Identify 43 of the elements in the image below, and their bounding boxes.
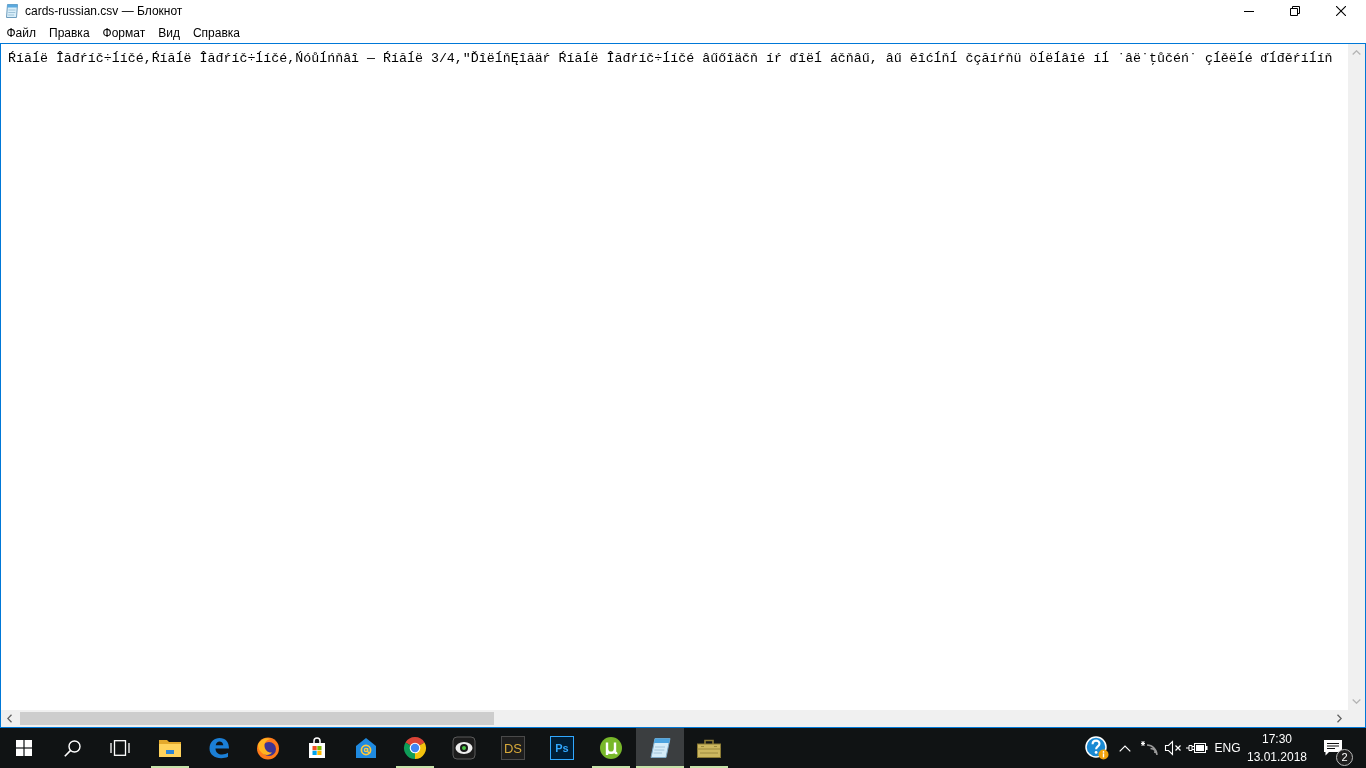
folder-icon [158,738,182,758]
notification-count: 2 [1336,749,1353,766]
clock[interactable]: 17:30 13.01.2018 [1246,728,1308,768]
eye-icon [452,736,476,760]
ring-logo-icon [403,736,427,760]
menu-item[interactable]: Файл [0,23,43,42]
menu-item[interactable]: Формат [96,23,152,42]
language-indicator[interactable]: ENG [1209,728,1246,768]
taskbar-button[interactable]: DS [489,728,537,768]
menu-item[interactable]: Правка [42,23,97,42]
notepad-icon [649,737,671,759]
window-title: cards-russian.csv — Блокнот [25,4,183,18]
menu-item[interactable]: Вид [151,23,187,42]
minimize-icon [1244,10,1254,12]
restore-icon [1290,6,1300,16]
text-content: Ŕíăĺë Îăđŕíč÷ĺíčé,Ŕíăĺë Îăđŕíč÷ĺíčé,Ńóůĺńňâî — Ŕíăĺë 3/4,"ĎîëĺňĘîăäŕ Ŕíăĺë Îăđŕíč÷ĺíčé âűőîäčň íŕ ďîëĺ áčňâű, âű ěîćĺňĺ čçăíŕňü öĺëĺâîé íĺ ˙âë˙ţůčéń˙ çĺěëĺé ďĺđěŕíĺíň [8,51,1333,66]
notepad-icon [4,3,20,19]
wifi-icon [1140,740,1159,756]
message-icon [1323,739,1343,757]
chevron-left-icon[interactable] [7,714,12,723]
e-logo-icon [208,737,230,759]
toolbox-icon [696,737,722,759]
horizontal-scrollbar[interactable] [1,710,1348,727]
windows-logo-icon [16,740,32,756]
scrollbar-thumb[interactable] [20,712,494,725]
notifications-button[interactable]: 2 [1310,728,1356,768]
globe-logo-icon [256,736,280,760]
help-icon [1085,736,1109,760]
app-logo: DS [501,736,525,760]
app-logo: Ps [550,736,574,760]
search-icon [63,739,81,757]
chevron-up-icon [1119,744,1131,752]
chevron-right-icon[interactable] [1337,714,1342,723]
menu-item[interactable]: Справка [186,23,247,42]
close-icon [1336,6,1346,16]
mu-logo-icon [599,736,623,760]
taskbar-button[interactable] [636,728,684,768]
taskbar-button[interactable]: Ps [538,728,586,768]
battery-charging-icon [1185,741,1208,755]
text-editor[interactable]: Ŕíăĺë Îăđŕíč÷ĺíčé,Ŕíăĺë Îăđŕíč÷ĺíčé,Ńóůĺńňâî — Ŕíăĺë 3/4,"ĎîëĺňĘîăäŕ Ŕíăĺë Îăđŕíč÷ĺíčé âűőîäčň íŕ ďîëĺ áčňâű, âű ěîćĺňĺ čçăíŕňü öĺëĺâîé íĺ ˙âë˙ţůčéń˙ çĺěëĺé ďĺđěŕíĺíň [0,43,1366,728]
at-sign-envelope-icon [354,737,378,759]
speaker-muted-icon [1163,740,1182,756]
task-view-icon [110,740,130,756]
